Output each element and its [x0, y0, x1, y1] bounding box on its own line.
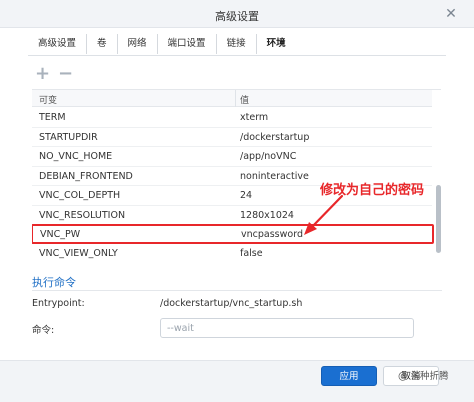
table-row[interactable]: VNC_RESOLUTION 1280x1024	[32, 206, 432, 225]
table-header: 可变 值	[32, 90, 432, 107]
column-header-variable: 可变	[39, 96, 58, 106]
row-value: vncpassword	[241, 229, 303, 240]
row-value: 24	[240, 190, 253, 201]
add-icon[interactable]: +	[35, 65, 50, 83]
row-value: /app/noVNC	[240, 151, 297, 162]
watermark: @ 各种折腾	[398, 371, 449, 382]
row-value: /dockerstartup	[240, 131, 310, 143]
row-key: STARTUPDIR	[39, 131, 98, 143]
table-row[interactable]: VNC_VIEW_ONLY false	[32, 244, 432, 262]
column-header-value: 值	[240, 96, 250, 106]
tab-network[interactable]: 网络	[118, 34, 158, 54]
tab-links[interactable]: 链接	[217, 34, 257, 54]
title-bar: 高级设置 ✕	[0, 0, 474, 28]
row-key: VNC_PW	[40, 229, 81, 240]
annotation-arrow-icon	[304, 194, 344, 235]
table-row[interactable]: TERM xterm	[32, 108, 432, 128]
entrypoint-label: Entrypoint:	[32, 298, 85, 309]
tab-environment[interactable]: 环境	[257, 34, 296, 54]
column-divider	[235, 90, 236, 107]
command-label: 命令:	[32, 325, 55, 336]
table-row-vnc-pw[interactable]: VNC_PW vncpassword	[32, 224, 434, 244]
row-key: VNC_VIEW_ONLY	[39, 247, 118, 259]
row-value: false	[240, 247, 263, 259]
entrypoint-value: /dockerstartup/vnc_startup.sh	[160, 298, 303, 309]
apply-button[interactable]: 应用	[321, 366, 377, 386]
tab-volume[interactable]: 卷	[87, 34, 118, 54]
tab-advanced-settings[interactable]: 高级设置	[28, 34, 88, 54]
row-key: NO_VNC_HOME	[39, 151, 113, 162]
table-row[interactable]: NO_VNC_HOME /app/noVNC	[32, 147, 432, 167]
row-value: noninteractive	[240, 170, 309, 182]
section-divider	[32, 290, 442, 291]
row-key: DEBIAN_FRONTEND	[39, 170, 133, 182]
row-key: TERM	[39, 112, 66, 123]
row-key: VNC_RESOLUTION	[39, 209, 126, 221]
window-title: 高级设置	[215, 10, 259, 23]
row-value: xterm	[240, 112, 269, 123]
close-icon[interactable]: ✕	[442, 5, 460, 23]
tab-divider	[28, 55, 446, 56]
tab-bar: 高级设置 卷 网络 端口设置 链接 环境	[28, 34, 296, 54]
env-variable-table: 可变 值 TERM xterm STARTUPDIR /dockerstartu…	[32, 89, 441, 261]
row-value: 1280x1024	[240, 209, 294, 221]
row-key: VNC_COL_DEPTH	[39, 190, 121, 201]
section-title-execute: 执行命令	[32, 276, 76, 289]
table-scrollbar[interactable]	[436, 185, 441, 253]
command-input[interactable]	[160, 318, 414, 338]
tab-port-settings[interactable]: 端口设置	[158, 34, 217, 54]
table-row[interactable]: STARTUPDIR /dockerstartup	[32, 128, 432, 147]
remove-icon[interactable]: −	[58, 65, 73, 83]
